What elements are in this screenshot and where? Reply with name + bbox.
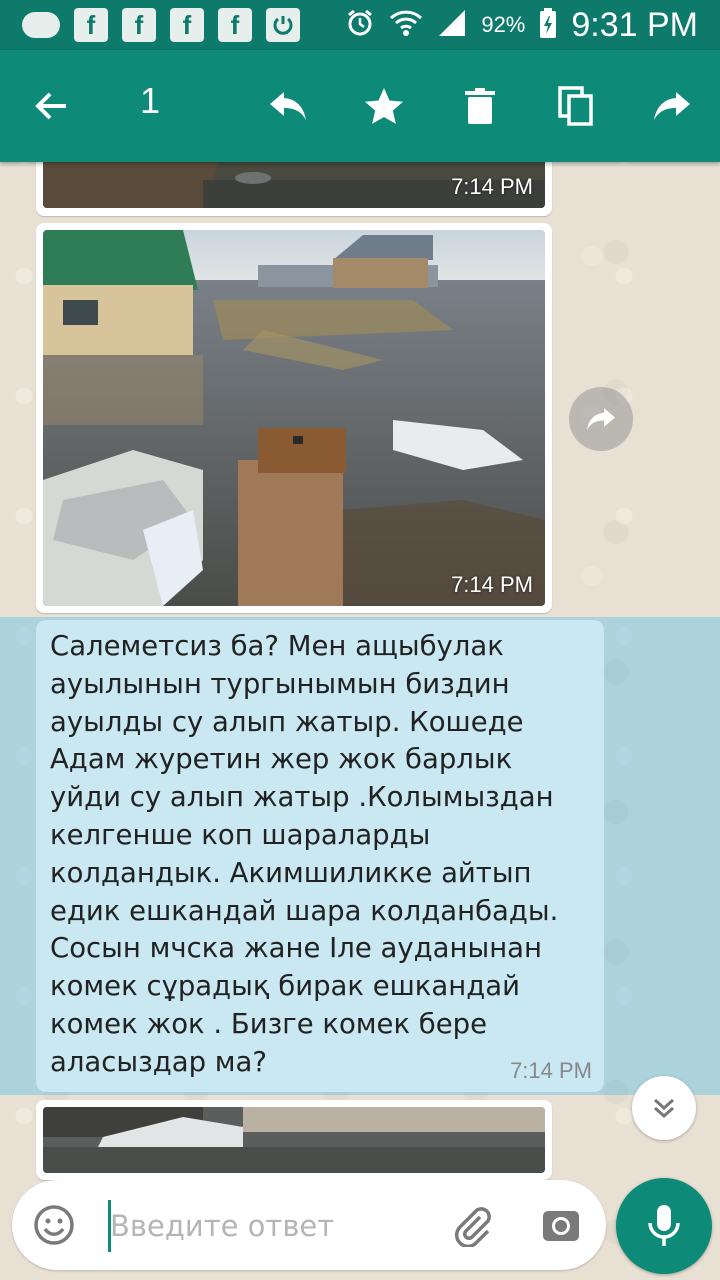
status-bar: f f f f 92% 9:31 PM [0, 0, 720, 50]
message-text: Салеметсиз ба? Мен ащыбулак ауылынын тур… [50, 630, 559, 1078]
selected-count: 1 [140, 80, 161, 121]
delete-button[interactable] [452, 78, 508, 134]
signal-icon [437, 8, 467, 42]
camera-icon[interactable] [539, 1203, 583, 1251]
message-time: 7:14 PM [510, 1058, 592, 1083]
voice-message-button[interactable] [616, 1178, 712, 1274]
copy-icon [558, 86, 593, 126]
forward-button[interactable] [644, 78, 700, 134]
facebook-icon: f [218, 8, 252, 42]
selection-toolbar: 1 [0, 50, 720, 162]
message-time: 7:14 PM [451, 174, 533, 199]
star-icon [365, 88, 403, 124]
image-message[interactable]: 7:14 PM [36, 223, 552, 613]
back-button[interactable] [24, 78, 80, 134]
back-arrow-icon [35, 92, 66, 120]
facebook-icon: f [122, 8, 156, 42]
message-notification-icon [22, 12, 60, 38]
copy-button[interactable] [548, 78, 604, 134]
double-chevron-down-icon [654, 1098, 674, 1119]
power-icon [266, 8, 300, 42]
image-message[interactable] [36, 1100, 552, 1180]
facebook-icon: f [170, 8, 204, 42]
emoji-icon[interactable] [32, 1203, 76, 1251]
trash-icon [465, 88, 495, 124]
battery-percent: 92% [481, 12, 526, 37]
message-time: 7:14 PM [451, 572, 533, 597]
attach-icon[interactable] [450, 1203, 494, 1251]
reply-button[interactable] [260, 78, 316, 134]
reply-icon [270, 92, 306, 120]
text-message[interactable]: Салеметсиз ба? Мен ащыбулак ауылынын тур… [36, 620, 604, 1092]
message-input[interactable] [108, 1198, 452, 1254]
forward-icon [587, 408, 615, 430]
message-photo[interactable] [43, 1107, 545, 1173]
microphone-icon [648, 1205, 680, 1246]
message-photo[interactable]: 7:14 PM [43, 230, 545, 606]
wifi-icon [389, 8, 423, 42]
compose-bar [12, 1180, 606, 1270]
clock: 9:31 PM [571, 5, 698, 44]
battery-charging-icon [539, 7, 557, 43]
forward-icon [654, 92, 690, 120]
scroll-to-bottom-button[interactable] [632, 1076, 696, 1140]
forward-message-button[interactable] [569, 387, 633, 451]
facebook-icon: f [74, 8, 108, 42]
alarm-icon [345, 8, 375, 42]
star-button[interactable] [356, 78, 412, 134]
